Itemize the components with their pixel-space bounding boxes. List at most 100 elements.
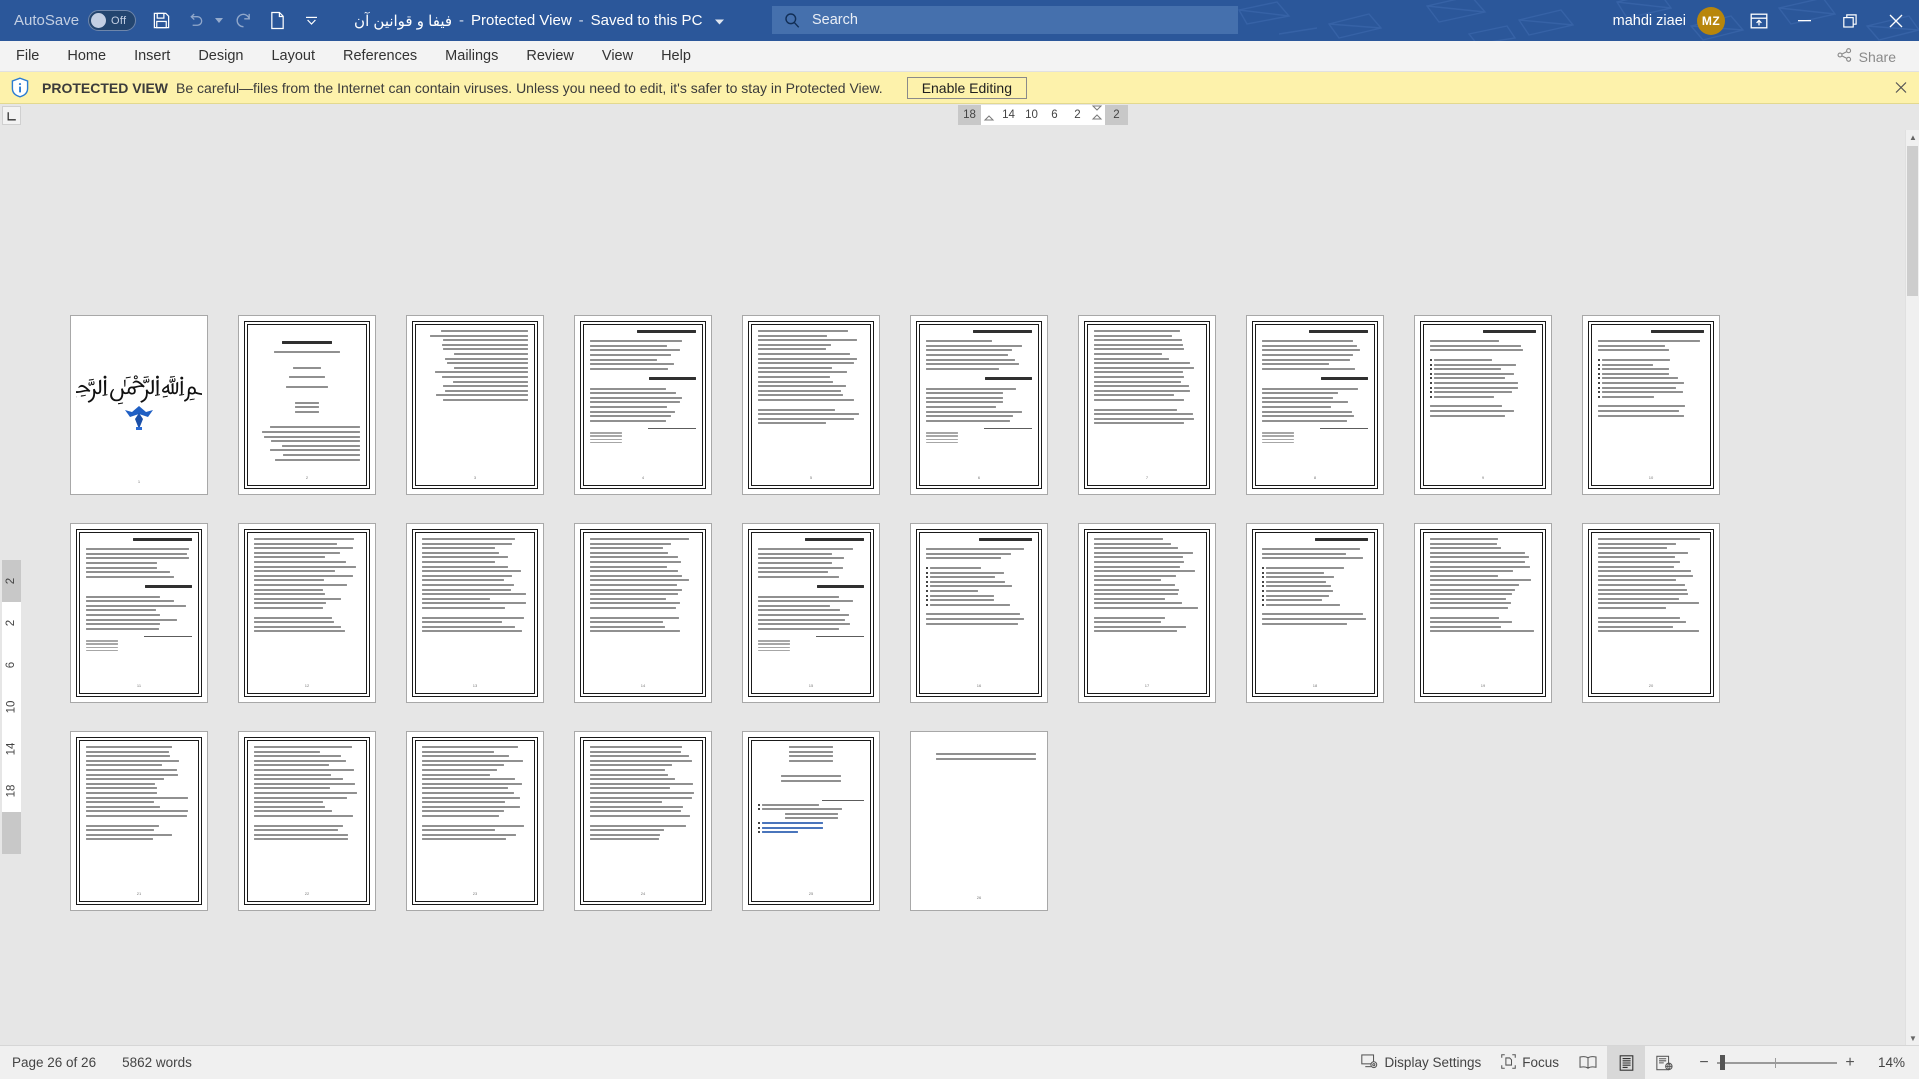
page-thumbnail[interactable]: 3 bbox=[406, 315, 544, 495]
close-icon[interactable] bbox=[1895, 79, 1907, 96]
text-line bbox=[1430, 593, 1512, 595]
document-canvas[interactable]: 2 2 6 10 14 18 ﷽123456789101112131415161… bbox=[0, 130, 1919, 1045]
text-line bbox=[1262, 392, 1338, 394]
zoom-slider[interactable]: − + bbox=[1691, 1054, 1863, 1072]
vertical-ruler[interactable]: 2 2 6 10 14 18 bbox=[2, 560, 21, 854]
autosave-toggle[interactable]: AutoSave Off bbox=[14, 10, 136, 31]
page-thumbnail[interactable]: 9 bbox=[1414, 315, 1552, 495]
text-line bbox=[1262, 415, 1354, 417]
zoom-slider-thumb[interactable] bbox=[1720, 1055, 1725, 1070]
text-line bbox=[86, 829, 154, 831]
ribbon-display-options-icon[interactable] bbox=[1737, 0, 1781, 41]
horizontal-ruler[interactable]: 18 14 10 6 2 2 bbox=[958, 105, 1128, 125]
search-container[interactable]: Search bbox=[772, 6, 1238, 34]
account-name[interactable]: mahdi ziaei bbox=[1613, 13, 1686, 29]
page-thumbnail[interactable]: 13 bbox=[406, 523, 544, 703]
zoom-level-label[interactable]: 14% bbox=[1871, 1055, 1919, 1070]
tab-selector-icon[interactable] bbox=[2, 106, 21, 125]
page-thumbnail[interactable]: 17 bbox=[1078, 523, 1216, 703]
page-thumbnail[interactable]: 26 bbox=[910, 731, 1048, 911]
text-line bbox=[1262, 623, 1347, 625]
page-thumbnail[interactable]: 11 bbox=[70, 523, 208, 703]
text-line bbox=[1094, 543, 1171, 545]
text-line bbox=[758, 640, 790, 641]
read-mode-icon[interactable] bbox=[1569, 1046, 1607, 1079]
vertical-scrollbar[interactable]: ▲ ▼ bbox=[1905, 130, 1919, 1045]
page-border: 22 bbox=[244, 737, 370, 905]
page-thumbnail[interactable]: 24 bbox=[574, 731, 712, 911]
tab-file[interactable]: File bbox=[0, 41, 53, 71]
web-layout-icon[interactable] bbox=[1645, 1046, 1683, 1079]
page-thumbnail[interactable]: 8 bbox=[1246, 315, 1384, 495]
text-line bbox=[86, 596, 160, 598]
zoom-in-icon[interactable]: + bbox=[1837, 1054, 1863, 1072]
word-count[interactable]: 5862 words bbox=[122, 1055, 192, 1070]
close-icon[interactable] bbox=[1873, 0, 1919, 41]
print-layout-icon[interactable] bbox=[1607, 1046, 1645, 1079]
text-line bbox=[590, 593, 678, 595]
page-thumbnail[interactable]: 12 bbox=[238, 523, 376, 703]
save-icon[interactable] bbox=[144, 4, 178, 38]
autosave-switch[interactable]: Off bbox=[88, 10, 136, 31]
page-thumbnail[interactable]: 2 bbox=[238, 315, 376, 495]
new-document-icon[interactable] bbox=[260, 4, 294, 38]
page-number: 2 bbox=[254, 475, 360, 480]
restore-icon[interactable] bbox=[1827, 0, 1873, 41]
text-line bbox=[1598, 345, 1665, 347]
scroll-down-arrow[interactable]: ▼ bbox=[1906, 1031, 1919, 1045]
text-line bbox=[422, 570, 521, 572]
redo-icon[interactable] bbox=[226, 4, 260, 38]
text-line bbox=[590, 778, 675, 780]
scrollbar-thumb[interactable] bbox=[1907, 146, 1918, 296]
page-thumbnail[interactable]: 23 bbox=[406, 731, 544, 911]
indent-marker-right[interactable] bbox=[1089, 105, 1105, 125]
indent-marker-left[interactable] bbox=[981, 105, 997, 125]
focus-button[interactable]: Focus bbox=[1491, 1046, 1569, 1079]
page-indicator[interactable]: Page 26 of 26 bbox=[12, 1055, 96, 1070]
zoom-slider-track[interactable] bbox=[1717, 1055, 1837, 1071]
text-line bbox=[86, 751, 169, 753]
page-thumbnail[interactable]: 15 bbox=[742, 523, 880, 703]
tab-layout[interactable]: Layout bbox=[257, 41, 329, 71]
share-button[interactable]: Share bbox=[1824, 44, 1909, 69]
page-thumbnail[interactable]: 18 bbox=[1246, 523, 1384, 703]
text-line bbox=[1094, 358, 1169, 360]
page-thumbnail[interactable]: 21 bbox=[70, 731, 208, 911]
tab-references[interactable]: References bbox=[329, 41, 431, 71]
page-thumbnail[interactable]: 14 bbox=[574, 523, 712, 703]
page-thumbnail[interactable]: 19 bbox=[1414, 523, 1552, 703]
tab-insert[interactable]: Insert bbox=[120, 41, 184, 71]
page-thumbnail[interactable]: 22 bbox=[238, 731, 376, 911]
page-thumbnail[interactable]: 6 bbox=[910, 315, 1048, 495]
tab-review[interactable]: Review bbox=[512, 41, 588, 71]
zoom-out-icon[interactable]: − bbox=[1691, 1054, 1717, 1072]
undo-dropdown-icon[interactable] bbox=[212, 4, 226, 38]
tab-mailings[interactable]: Mailings bbox=[431, 41, 512, 71]
bullet-icon bbox=[1430, 382, 1432, 384]
text-line bbox=[936, 753, 1036, 755]
page-thumbnail[interactable]: 7 bbox=[1078, 315, 1216, 495]
tab-view[interactable]: View bbox=[588, 41, 647, 71]
title-dropdown-icon[interactable] bbox=[715, 12, 724, 29]
page-thumbnail[interactable]: 25 bbox=[742, 731, 880, 911]
display-settings-button[interactable]: Display Settings bbox=[1351, 1046, 1491, 1079]
text-line bbox=[1094, 579, 1161, 581]
search-input[interactable]: Search bbox=[772, 6, 1238, 34]
page-thumbnail[interactable]: 4 bbox=[574, 315, 712, 495]
tab-home[interactable]: Home bbox=[53, 41, 120, 71]
tab-help[interactable]: Help bbox=[647, 41, 705, 71]
tab-design[interactable]: Design bbox=[184, 41, 257, 71]
page-thumbnail[interactable]: 20 bbox=[1582, 523, 1720, 703]
share-label: Share bbox=[1859, 49, 1896, 65]
minimize-icon[interactable] bbox=[1781, 0, 1827, 41]
page-thumbnail[interactable]: ﷽1 bbox=[70, 315, 208, 495]
page-thumbnail[interactable]: 5 bbox=[742, 315, 880, 495]
page-content: 25 bbox=[751, 740, 871, 902]
page-thumbnail[interactable]: 10 bbox=[1582, 315, 1720, 495]
avatar[interactable]: MZ bbox=[1697, 7, 1725, 35]
undo-icon[interactable] bbox=[178, 4, 212, 38]
page-thumbnail[interactable]: 16 bbox=[910, 523, 1048, 703]
enable-editing-button[interactable]: Enable Editing bbox=[907, 77, 1027, 99]
scroll-up-arrow[interactable]: ▲ bbox=[1906, 130, 1919, 144]
customize-quick-access-toolbar-icon[interactable] bbox=[294, 4, 328, 38]
